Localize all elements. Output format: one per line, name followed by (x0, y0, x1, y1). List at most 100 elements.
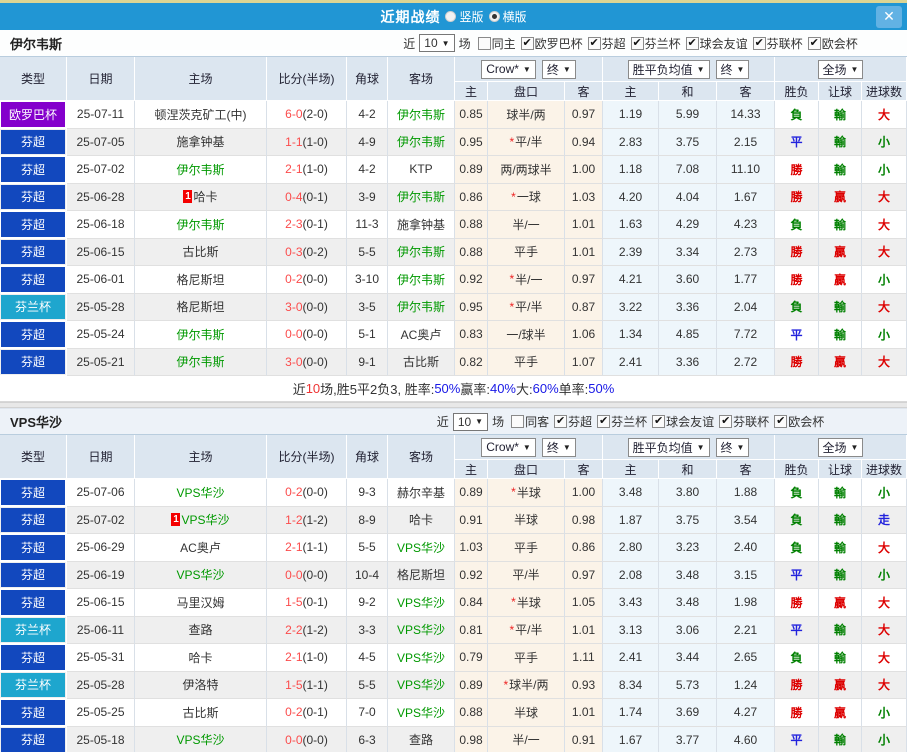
away-team: 哈卡 (388, 506, 455, 534)
league-badge: 芬超 (1, 645, 65, 670)
avg-source-select[interactable]: 胜平负均值 ▼ (627, 437, 710, 457)
fulltime-score: 3-0 (285, 299, 303, 314)
crow-home-odds: 0.95 (455, 293, 488, 321)
filter-controls: 近 10 ▼ 场同客 ✔ 芬超 ✔ 芬兰杯 ✔ 球会友谊 ✔ 芬联杯 ✔ 欧会杯 (352, 412, 907, 431)
avg-home-odds: 2.41 (603, 348, 659, 376)
league-filter[interactable]: ✔ 芬超 (554, 413, 592, 430)
spread-result: 贏 (819, 348, 862, 376)
score-cell: 0-0 (0-0) (267, 561, 347, 589)
avg-draw-odds: 7.08 (659, 156, 717, 184)
summary-segment: 场,胜5平2负3, 胜率: (320, 382, 435, 397)
subcol-crow-home: 主 (455, 460, 488, 479)
match-count-select[interactable]: 10 ▼ (419, 34, 455, 52)
goals-result: 大 (862, 211, 907, 239)
caret-down-icon: ▼ (441, 38, 450, 48)
handicap-text: 半球 (516, 485, 541, 500)
league-badge: 芬超 (1, 212, 65, 237)
goals-result: 大 (862, 293, 907, 321)
away-team: 伊尔韦斯 (388, 293, 455, 321)
handicap: * 半/一 (488, 266, 565, 294)
fulltime-score: 1-5 (285, 677, 303, 692)
handicap-text: 平/半 (515, 135, 543, 150)
away-team: 格尼斯坦 (388, 561, 455, 589)
spread-result: 贏 (819, 266, 862, 294)
result: 勝 (775, 348, 819, 376)
league-filter[interactable]: ✔ 欧会杯 (774, 413, 824, 430)
league-filter[interactable]: ✔ 芬联杯 (719, 413, 769, 430)
odds-source-select[interactable]: Crow* ▼ (481, 59, 536, 79)
view-toggle-horizontal[interactable]: 横版 (488, 8, 527, 25)
handicap-text: 球半/两 (509, 678, 549, 693)
league-cell: 芬超 (0, 561, 67, 589)
spread-result: 輸 (819, 644, 862, 672)
fulltime-score: 0-0 (285, 327, 303, 342)
league-filter[interactable]: ✔ 球会友谊 (685, 35, 748, 52)
avg-time-select[interactable]: 终 ▼ (715, 437, 750, 457)
team-name: 施拿钟基 (396, 217, 445, 232)
away-team: 伊尔韦斯 (388, 238, 455, 266)
score-cell: 2-1 (1-0) (267, 156, 347, 184)
halftime-score: (0-1) (302, 595, 328, 610)
team-name: 格尼斯坦 (176, 300, 225, 315)
match-date: 25-06-19 (67, 561, 135, 589)
away-team: VPS华沙 (388, 534, 455, 562)
view-label: 横版 (502, 10, 527, 24)
league-cell: 芬超 (0, 128, 67, 156)
caret-down-icon: ▼ (696, 442, 705, 452)
score-cell: 2-1 (1-0) (267, 644, 347, 672)
league-badge: 欧罗巴杯 (1, 102, 65, 127)
avg-away-odds: 4.27 (717, 699, 775, 727)
league-filter[interactable]: ✔ 芬超 (587, 35, 626, 52)
star-marker: * (509, 134, 515, 149)
corners: 5-5 (347, 238, 388, 266)
col-type: 类型 (0, 435, 67, 479)
goals-result: 大 (862, 644, 907, 672)
match-count-select[interactable]: 10 ▼ (452, 412, 489, 431)
league-filter[interactable]: ✔ 芬兰杯 (630, 35, 681, 52)
odds-time-select[interactable]: 终 ▼ (541, 59, 576, 79)
same-venue-filter[interactable]: 同客 (511, 413, 549, 430)
league-cell: 芬超 (0, 238, 67, 266)
home-team: AC奥卢 (135, 534, 267, 562)
league-filter[interactable]: ✔ 欧会杯 (807, 35, 858, 52)
odds-time-select[interactable]: 终 ▼ (541, 437, 576, 457)
league-filter[interactable]: ✔ 球会友谊 (652, 413, 714, 430)
view-toggle-vertical[interactable]: 竖版 (445, 8, 484, 25)
match-date: 25-06-28 (67, 183, 135, 211)
league-filter[interactable]: ✔ 芬兰杯 (597, 413, 647, 430)
scope-select[interactable]: 全场 ▼ (817, 59, 864, 79)
team-name: VPS华沙 (396, 650, 445, 665)
close-button[interactable]: ✕ (876, 5, 902, 28)
avg-away-odds: 2.65 (717, 644, 775, 672)
avg-draw-odds: 5.99 (659, 101, 717, 129)
result: 勝 (775, 266, 819, 294)
spread-result: 贏 (819, 671, 862, 699)
scope-select[interactable]: 全场 ▼ (817, 437, 864, 457)
team-name: 顿涅茨克矿工(中) (154, 107, 247, 122)
avg-draw-odds: 3.80 (659, 479, 717, 507)
team-name: 哈卡 (188, 650, 213, 665)
match-date: 25-07-11 (67, 101, 135, 129)
league-filter[interactable]: ✔ 欧罗巴杯 (520, 35, 583, 52)
filter-prefix-label: 近 (403, 36, 416, 51)
team-name: AC奥卢 (400, 327, 442, 342)
goals-result: 小 (862, 266, 907, 294)
match-row: 芬兰杯 25-06-11 查路 2-2 (1-2) 3-3 VPS华沙 0.81 * 平/半 1.0… (0, 616, 907, 644)
avg-home-odds: 3.22 (603, 293, 659, 321)
avg-time-select[interactable]: 终 ▼ (715, 59, 750, 79)
handicap: * 球半/两 (488, 671, 565, 699)
col-home: 主场 (135, 57, 267, 101)
same-venue-filter[interactable]: 同主 (477, 35, 516, 52)
result: 負 (775, 506, 819, 534)
avg-source-select[interactable]: 胜平负均值 ▼ (627, 59, 710, 79)
league-filter[interactable]: ✔ 芬联杯 (752, 35, 803, 52)
filter-label: 同客 (525, 415, 550, 429)
odds-source-select[interactable]: Crow* ▼ (481, 437, 536, 457)
match-row: 芬超 25-05-31 哈卡 2-1 (1-0) 4-5 VPS华沙 0.79 平手 1.11 2.… (0, 644, 907, 672)
corners: 7-0 (347, 699, 388, 727)
filter-label: 芬联杯 (766, 36, 803, 51)
crow-away-odds: 1.05 (565, 589, 603, 617)
checkbox-checked-icon: ✔ (554, 415, 568, 428)
spread-result: 輸 (819, 101, 862, 129)
summary-segment: 10 (305, 381, 321, 396)
